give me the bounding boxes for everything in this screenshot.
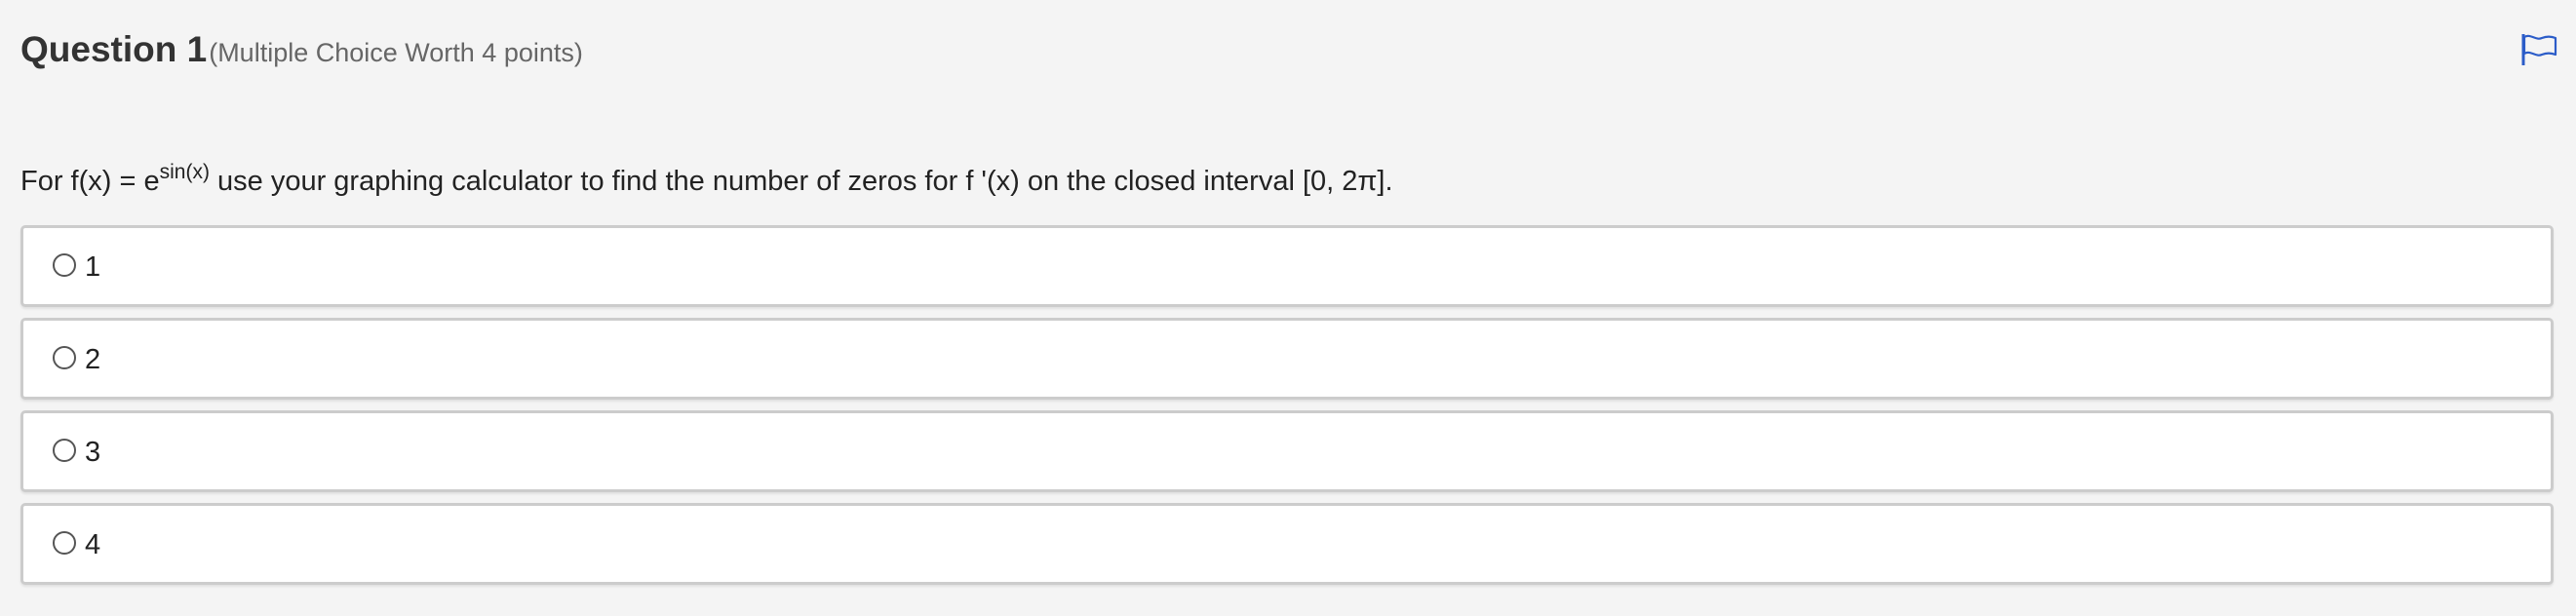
prompt-suffix: use your graphing calculator to find the… bbox=[209, 166, 1393, 197]
question-header: Question 1 (Multiple Choice Worth 4 poin… bbox=[20, 29, 583, 70]
question-meta: (Multiple Choice Worth 4 points) bbox=[209, 38, 583, 67]
radio-button[interactable] bbox=[53, 439, 76, 462]
radio-button[interactable] bbox=[53, 531, 76, 555]
question-page: Question 1 (Multiple Choice Worth 4 poin… bbox=[0, 0, 2576, 616]
answer-label: 4 bbox=[85, 529, 101, 560]
prompt-exponent: sin(x) bbox=[159, 161, 210, 183]
flag-icon[interactable] bbox=[2520, 33, 2557, 66]
answer-label: 3 bbox=[85, 437, 101, 468]
answer-option-3[interactable]: 3 bbox=[20, 410, 2554, 492]
answer-option-4[interactable]: 4 bbox=[20, 503, 2554, 585]
radio-button[interactable] bbox=[53, 253, 76, 277]
answer-choices: 1 2 3 4 bbox=[20, 225, 2554, 596]
question-prompt: For f(x) = esin(x) use your graphing cal… bbox=[20, 162, 1393, 198]
answer-label: 2 bbox=[85, 344, 101, 375]
question-title: Question 1 bbox=[20, 29, 208, 69]
answer-option-2[interactable]: 2 bbox=[20, 318, 2554, 400]
answer-option-1[interactable]: 1 bbox=[20, 225, 2554, 307]
prompt-prefix: For f(x) = e bbox=[20, 166, 160, 197]
radio-button[interactable] bbox=[53, 346, 76, 369]
answer-label: 1 bbox=[85, 251, 101, 283]
